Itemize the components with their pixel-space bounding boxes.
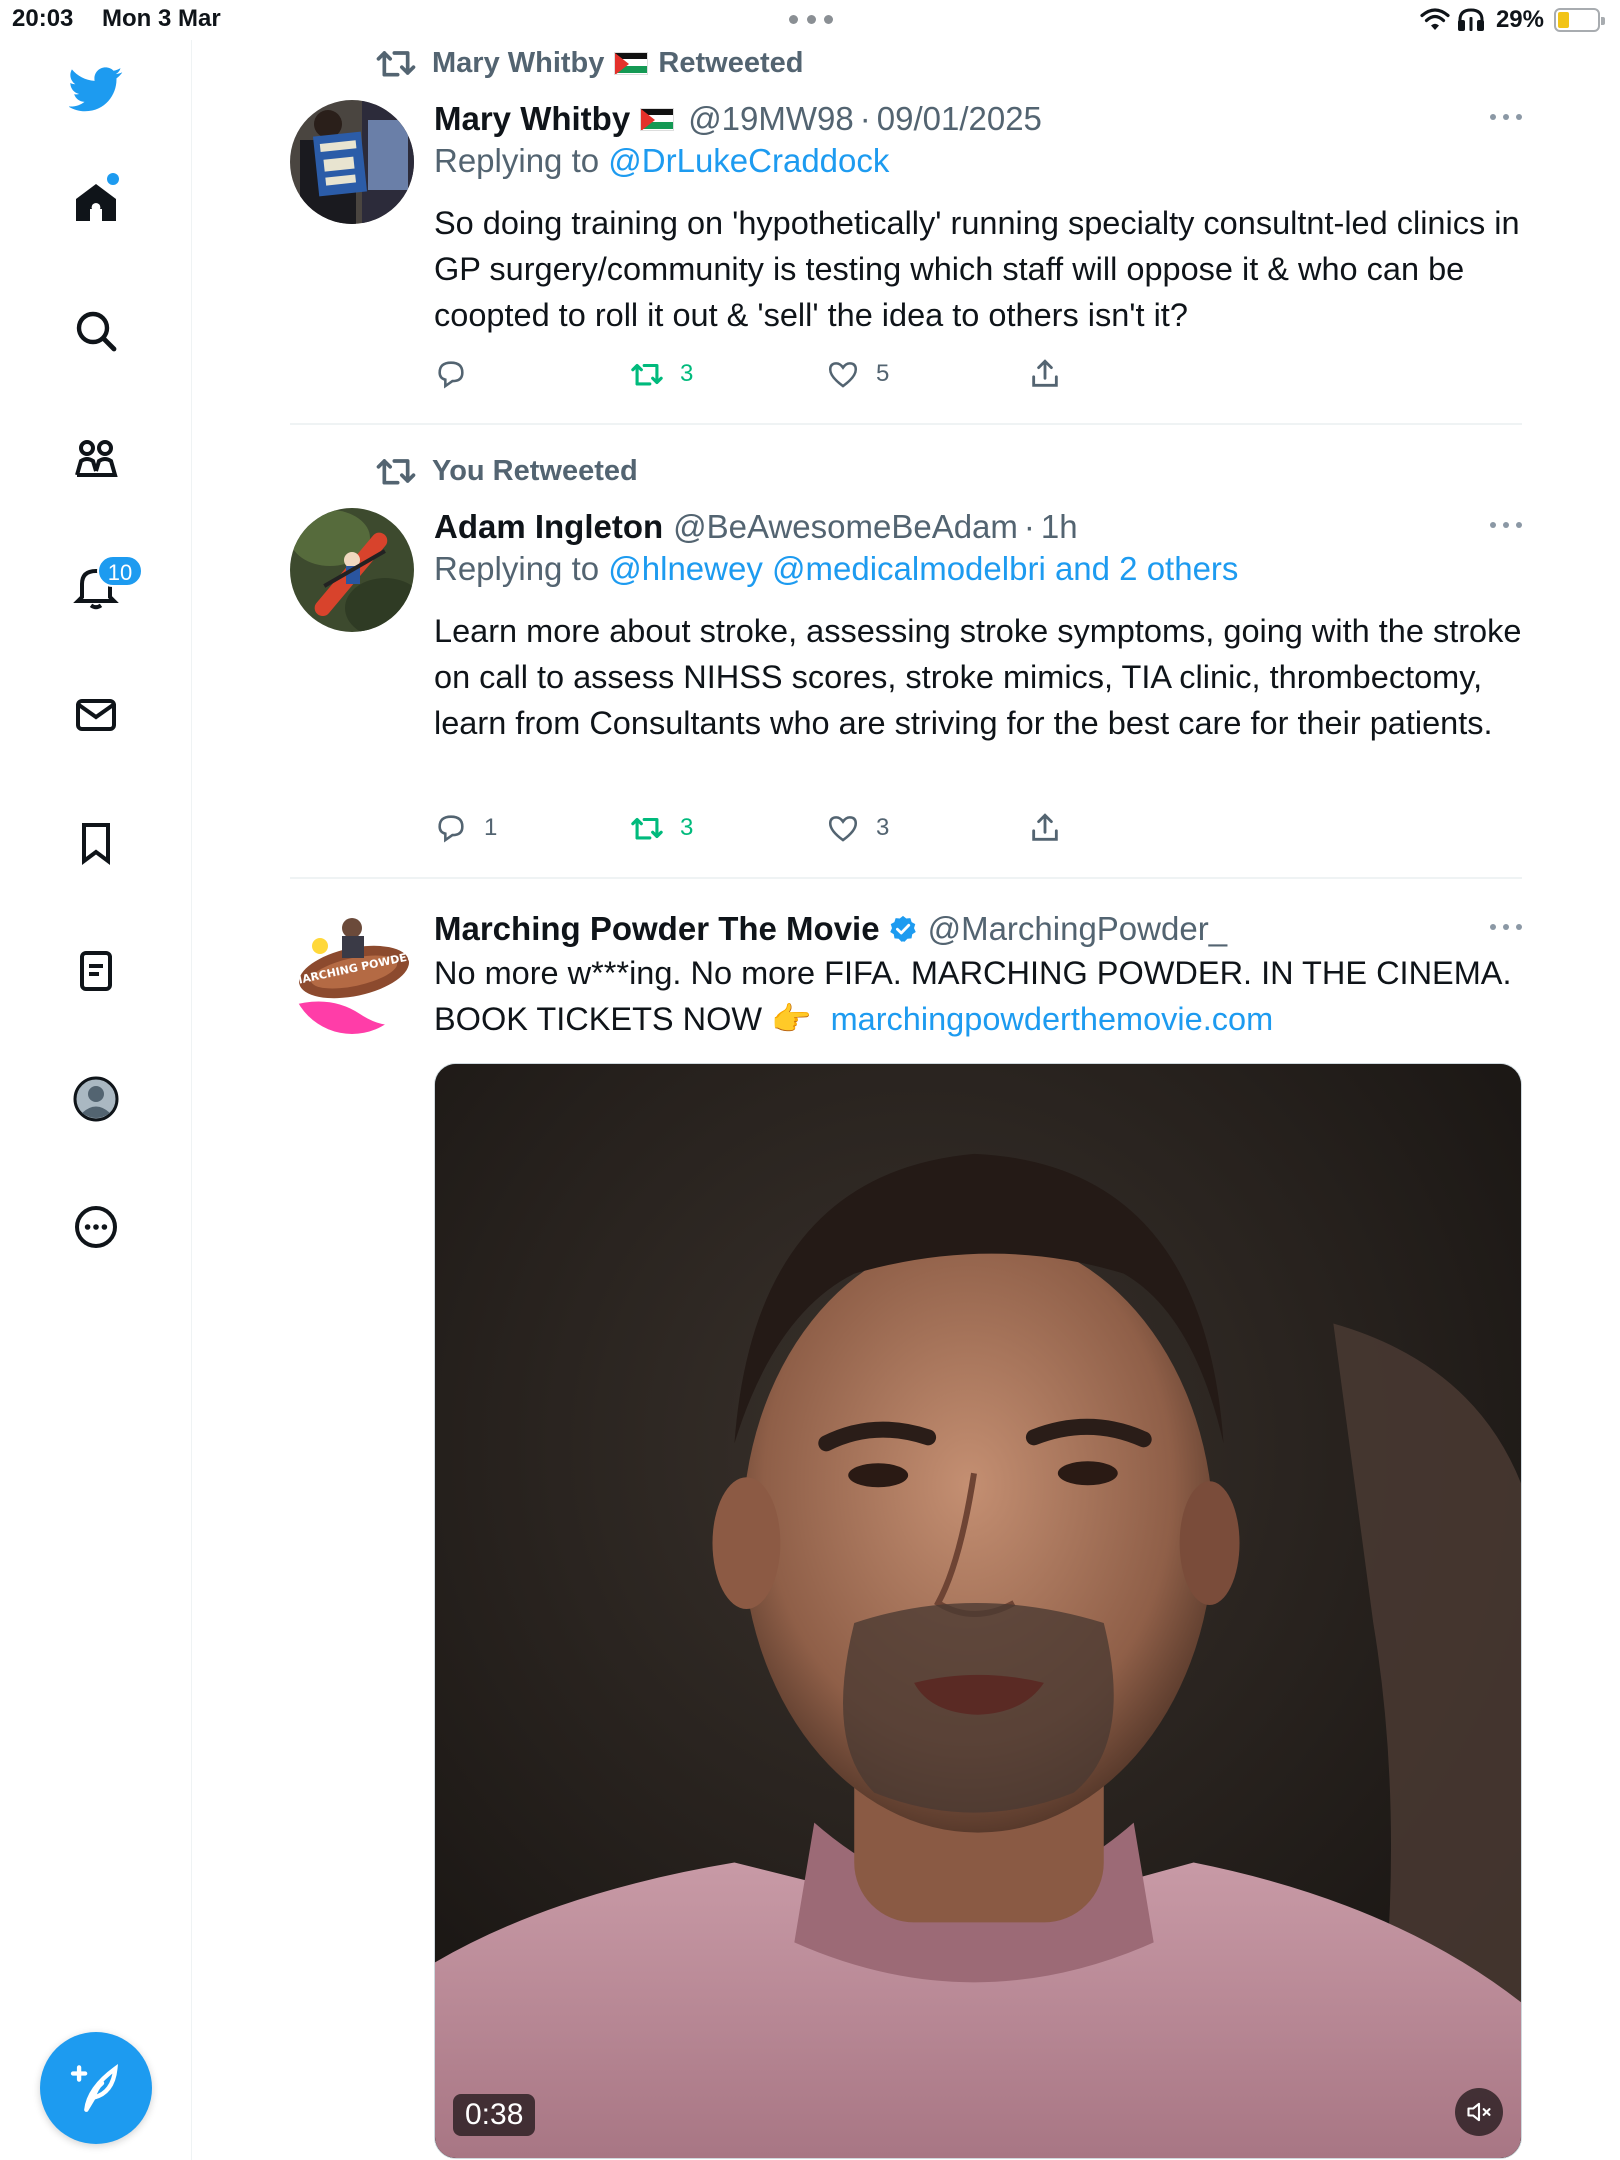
verified-badge-icon: [889, 915, 916, 942]
author-name[interactable]: Mary Whitby: [434, 100, 630, 138]
multitasking-dots-icon[interactable]: [789, 15, 833, 25]
author-handle[interactable]: @19MW98: [688, 100, 854, 138]
home-unread-dot: [107, 173, 119, 185]
reply-icon: [438, 815, 464, 843]
separator-dot: ·: [1023, 508, 1035, 545]
tweet-actions: 3 5: [434, 354, 1074, 394]
tweet-text: Learn more about stroke, assessing strok…: [434, 613, 1522, 741]
retweet-count: 3: [680, 814, 694, 841]
wifi-icon: [1420, 8, 1450, 30]
tweet-2[interactable]: You Retweeted Adam Ingleton @BeAwesomeBe…: [290, 448, 1522, 868]
video-duration: 0:38: [453, 2094, 536, 2136]
bookmarks-icon[interactable]: [65, 812, 127, 874]
replying-to: Replying to @DrLukeCraddock: [434, 142, 889, 180]
author-name[interactable]: Adam Ingleton: [434, 508, 663, 546]
reply-button[interactable]: [434, 354, 468, 394]
tweet-divider: [290, 877, 1522, 879]
share-button[interactable]: [1028, 808, 1062, 848]
tweet-link[interactable]: marchingpowderthemovie.com: [831, 1001, 1274, 1037]
retweet-button[interactable]: 3: [630, 808, 693, 848]
battery-percent: 29%: [1495, 6, 1544, 33]
sidebar: 10: [0, 40, 192, 2160]
heart-icon: [828, 816, 858, 842]
tweet-divider: [290, 423, 1522, 425]
retweeted-by-name: Mary Whitby: [432, 46, 605, 79]
share-icon: [1032, 359, 1058, 387]
tweet-timestamp[interactable]: 09/01/2025: [877, 100, 1042, 138]
palestine-flag-icon: [640, 107, 675, 131]
reply-count: 1: [484, 814, 498, 841]
tweet-header: Adam Ingleton @BeAwesomeBeAdam · 1h: [434, 504, 1522, 550]
more-options-icon[interactable]: [1490, 114, 1522, 124]
share-icon: [1032, 813, 1058, 841]
mute-toggle-button[interactable]: [1455, 2088, 1503, 2136]
tweet-1[interactable]: Mary Whitby Retweeted Mary Whitby @19MW9…: [290, 40, 1522, 420]
retweeted-label: Retweeted: [658, 46, 804, 79]
retweet-context: You Retweeted: [376, 454, 638, 488]
speaker-muted-icon: [1467, 2102, 1491, 2122]
tweet-3[interactable]: MARCHING POWDER Marching Powder The Movi…: [290, 900, 1522, 1060]
like-button[interactable]: 5: [826, 354, 889, 394]
reply-button[interactable]: 1: [434, 808, 497, 848]
retweet-icon: [631, 363, 663, 386]
replying-to-label: Replying to: [434, 550, 609, 587]
profile-avatar-icon[interactable]: [65, 1068, 127, 1130]
twitter-logo-icon[interactable]: [65, 58, 127, 120]
tweet-header: Mary Whitby @19MW98 · 09/01/2025: [434, 96, 1522, 142]
reply-icon: [438, 361, 464, 389]
headphones-icon: [1457, 8, 1484, 31]
replying-to-label: Replying to: [434, 142, 609, 179]
avatar-marching-powder[interactable]: MARCHING POWDER: [290, 910, 414, 1034]
battery-icon: [1554, 8, 1605, 32]
avatar-adam-ingleton[interactable]: [290, 508, 414, 632]
avatar-mary-whitby[interactable]: [290, 100, 414, 224]
messages-envelope-icon[interactable]: [65, 684, 127, 746]
search-icon[interactable]: [65, 300, 127, 362]
you-retweeted-label: You Retweeted: [432, 454, 638, 487]
more-options-icon[interactable]: [65, 1196, 127, 1258]
retweet-icon: [376, 51, 416, 77]
compose-feather-icon: [70, 2064, 118, 2112]
separator-dot: ·: [859, 100, 871, 137]
like-button[interactable]: 3: [826, 808, 889, 848]
replying-to: Replying to @hlnewey @medicalmodelbri an…: [434, 550, 1238, 588]
tweet-timestamp[interactable]: 1h: [1041, 508, 1078, 546]
status-bar: 20:03 Mon 3 Mar 29%: [0, 0, 1620, 40]
video-player[interactable]: 0:38: [434, 1063, 1522, 2159]
retweet-button[interactable]: 3: [630, 354, 693, 394]
more-options-icon[interactable]: [1490, 924, 1522, 934]
status-indicators: 29%: [1420, 4, 1605, 36]
like-count: 3: [876, 814, 890, 841]
author-handle[interactable]: @MarchingPowder_: [928, 910, 1227, 948]
compose-tweet-button[interactable]: [40, 2032, 152, 2144]
author-handle[interactable]: @BeAwesomeBeAdam: [673, 508, 1018, 546]
more-options-icon[interactable]: [1490, 522, 1522, 532]
lists-icon[interactable]: [65, 940, 127, 1002]
heart-icon: [828, 362, 858, 388]
retweet-icon: [376, 459, 416, 485]
retweet-context: Mary Whitby Retweeted: [376, 46, 803, 80]
author-name[interactable]: Marching Powder The Movie: [434, 910, 880, 948]
tweet-text-block: No more w***ing. No more FIFA. MARCHING …: [434, 950, 1534, 1042]
status-time: 20:03: [12, 5, 74, 32]
battery-level: [1558, 12, 1570, 28]
tweet-actions: 1 3 3: [434, 808, 1074, 848]
share-button[interactable]: [1028, 354, 1062, 394]
like-count: 5: [876, 360, 890, 387]
video-frame-image: [435, 1064, 1521, 2158]
notifications-badge: 10: [97, 555, 143, 587]
palestine-flag-icon: [614, 51, 649, 75]
tweet-text: So doing training on 'hypothetically' ru…: [434, 205, 1520, 333]
replying-to-handles[interactable]: @hlnewey @medicalmodelbri and 2 others: [608, 550, 1238, 587]
communities-icon[interactable]: [65, 428, 127, 490]
replying-to-handle[interactable]: @DrLukeCraddock: [608, 142, 889, 179]
retweet-count: 3: [680, 360, 694, 387]
retweet-icon: [631, 817, 663, 840]
status-date: Mon 3 Mar: [102, 5, 221, 32]
tweet-header: Marching Powder The Movie @MarchingPowde…: [434, 906, 1522, 952]
